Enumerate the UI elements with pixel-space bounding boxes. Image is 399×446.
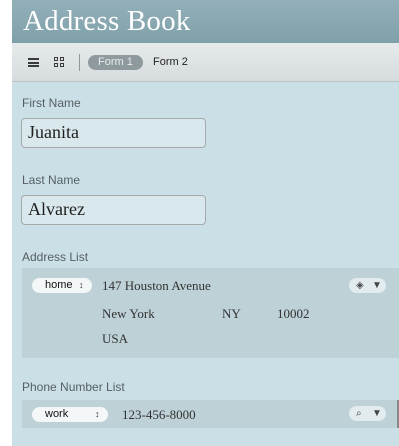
updown-arrows-icon: ↕ (79, 280, 84, 290)
form-content: First Name Juanita Last Name Alvarez Add… (12, 82, 399, 446)
chevron-down-icon[interactable]: ▼ (372, 278, 382, 293)
toolbar-divider (79, 54, 80, 71)
first-name-label: First Name (22, 96, 81, 110)
address-type-popup[interactable]: home ↕ (32, 278, 92, 293)
phone-type-label: work (45, 408, 69, 420)
address-state[interactable]: NY (222, 306, 241, 322)
title-bar: Address Book (12, 0, 399, 43)
toolbar: Form 1 Form 2 (12, 43, 399, 82)
last-name-field[interactable]: Alvarez (21, 195, 206, 225)
phone-list-label: Phone Number List (22, 380, 125, 394)
address-country[interactable]: USA (102, 331, 128, 347)
address-list: home ↕ 147 Houston Avenue New York NY 10… (22, 268, 399, 358)
phone-actions: ⌕ ▼ (349, 406, 386, 421)
phone-list: work ↕ 123-456-8000 ⌕ ▼ (22, 400, 399, 428)
app-title: Address Book (23, 5, 191, 37)
address-type-label: home (45, 279, 73, 291)
updown-arrows-icon: ↕ (95, 409, 100, 419)
magnifier-icon[interactable]: ⌕ (356, 406, 362, 421)
form2-tab[interactable]: Form 2 (153, 55, 188, 70)
map-icon[interactable]: ◈ (356, 278, 364, 293)
chevron-down-icon[interactable]: ▼ (372, 406, 382, 421)
address-city[interactable]: New York (102, 306, 155, 322)
phone-type-popup[interactable]: work ↕ (32, 407, 108, 422)
address-actions: ◈ ▼ (349, 278, 386, 293)
form1-tab[interactable]: Form 1 (88, 55, 143, 70)
phone-number[interactable]: 123-456-8000 (122, 407, 196, 423)
address-zip[interactable]: 10002 (277, 306, 310, 322)
list-view-icon[interactable] (28, 58, 39, 67)
table-view-icon[interactable] (54, 57, 65, 68)
last-name-label: Last Name (22, 173, 81, 187)
address-list-label: Address List (22, 250, 89, 264)
address-street[interactable]: 147 Houston Avenue (102, 278, 211, 294)
first-name-field[interactable]: Juanita (21, 118, 206, 148)
